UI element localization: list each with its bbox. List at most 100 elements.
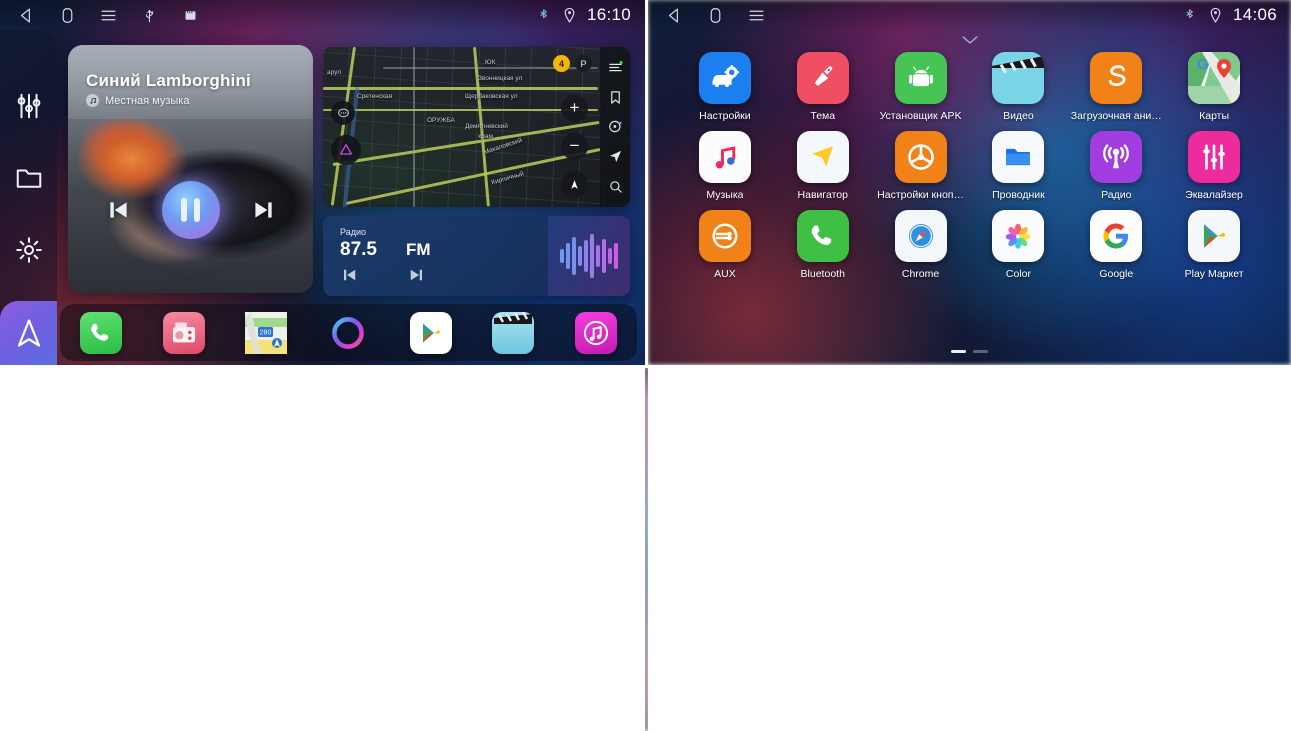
app-label: AUX bbox=[714, 268, 736, 280]
page-indicator bbox=[648, 350, 1291, 353]
app-tile[interactable]: AUX bbox=[676, 210, 774, 280]
track-source: Местная музыка bbox=[86, 94, 189, 107]
app-label: Навигатор bbox=[797, 189, 848, 201]
folder-icon bbox=[16, 169, 41, 188]
home-icon[interactable] bbox=[59, 7, 76, 24]
page-dash[interactable] bbox=[951, 350, 966, 353]
next-track-button[interactable] bbox=[250, 197, 276, 223]
radio-prev-button[interactable] bbox=[341, 266, 359, 289]
clock: 16:10 bbox=[586, 5, 631, 24]
bookmark-icon[interactable] bbox=[608, 90, 623, 105]
menu-icon[interactable] bbox=[748, 7, 765, 24]
media-controls bbox=[68, 179, 313, 241]
nav-arrow-icon bbox=[796, 131, 849, 183]
play-pause-button[interactable] bbox=[161, 181, 220, 239]
radio-widget[interactable]: Радио 87.5 FM bbox=[323, 216, 630, 296]
location-icon bbox=[564, 7, 575, 23]
page-dash[interactable] bbox=[973, 350, 988, 353]
app-tile[interactable]: Color bbox=[970, 210, 1068, 280]
navigate-icon[interactable] bbox=[608, 149, 623, 164]
sidebar-item-settings[interactable] bbox=[0, 222, 57, 278]
dock-item-music[interactable] bbox=[555, 311, 637, 354]
navigation-arrow-icon bbox=[17, 319, 40, 347]
app-tile[interactable]: Google bbox=[1067, 210, 1165, 280]
dock-item-maps[interactable]: 280 bbox=[225, 311, 307, 354]
prev-track-button[interactable] bbox=[106, 197, 132, 223]
sidebar-item-navigation[interactable] bbox=[0, 301, 57, 365]
menu-icon[interactable] bbox=[100, 7, 117, 24]
map-compass[interactable] bbox=[561, 171, 588, 198]
track-title: Синий Lamborghini bbox=[86, 71, 251, 90]
chevron-down-icon bbox=[645, 409, 648, 411]
sidebar-rail bbox=[0, 30, 57, 365]
sidebar-item-equalizer[interactable] bbox=[0, 78, 57, 134]
app-tile[interactable]: Настройки bbox=[676, 52, 774, 122]
page-indicator bbox=[645, 716, 648, 719]
map-zoom-out[interactable]: − bbox=[561, 133, 588, 160]
dock-item-radio[interactable] bbox=[142, 311, 224, 354]
app-tile[interactable]: Установщик APK bbox=[872, 52, 970, 122]
media-player-card[interactable]: Синий Lamborghini Местная музыка bbox=[68, 45, 313, 293]
drawer-collapse-handle[interactable] bbox=[648, 30, 1291, 50]
app-label: Эквалайзер bbox=[1185, 189, 1243, 201]
panel-desktop: 14:06 TLINK YouTube bbox=[645, 368, 648, 731]
app-tile[interactable]: Видео bbox=[970, 52, 1068, 122]
app-tile[interactable]: Радио bbox=[1067, 131, 1165, 201]
app-tile[interactable]: Эквалайзер bbox=[1165, 131, 1263, 201]
app-tile[interactable]: G Карты bbox=[1165, 52, 1263, 122]
grid-divider-horizontal-2 bbox=[0, 368, 645, 731]
bluetooth-icon bbox=[1186, 8, 1193, 18]
bluetooth-icon bbox=[540, 8, 547, 18]
app-tile[interactable]: Проводник bbox=[970, 131, 1068, 201]
app-label: Настройки кноп… bbox=[877, 189, 964, 201]
map-widget[interactable]: арул ЮК Звонницкая ул Щербаковская ул Ср… bbox=[323, 47, 630, 207]
dock-item-video[interactable] bbox=[472, 311, 554, 354]
siri-ring-icon bbox=[327, 312, 369, 354]
dock-item-phone[interactable] bbox=[60, 311, 142, 354]
app-tile[interactable]: Музыка bbox=[676, 131, 774, 201]
skip-previous-icon bbox=[344, 269, 356, 281]
back-icon[interactable] bbox=[18, 7, 35, 24]
search-icon[interactable] bbox=[608, 179, 623, 194]
radio-app-icon bbox=[162, 311, 205, 354]
app-tile[interactable]: Bluetooth bbox=[774, 210, 872, 280]
home-icon[interactable] bbox=[707, 7, 724, 24]
dock-item-play-store[interactable] bbox=[390, 311, 472, 354]
map-zoom-in[interactable]: + bbox=[561, 95, 588, 122]
phone-app-icon bbox=[80, 311, 123, 354]
app-tile[interactable]: Навигатор bbox=[774, 131, 872, 201]
maps-app-icon: 280 bbox=[245, 311, 288, 354]
app-tile[interactable]: Chrome bbox=[872, 210, 970, 280]
audio-wave-icon bbox=[548, 216, 630, 296]
parking-badge[interactable]: P bbox=[575, 55, 592, 72]
car-settings-icon bbox=[698, 52, 751, 104]
radio-next-button[interactable] bbox=[407, 266, 425, 289]
music-disc-icon[interactable] bbox=[608, 119, 623, 134]
map-alice-badge[interactable] bbox=[331, 135, 361, 165]
svg-text:280: 280 bbox=[260, 329, 272, 336]
music-note-icon bbox=[86, 94, 99, 107]
traffic-badge[interactable]: 4 bbox=[553, 55, 570, 72]
app-tile[interactable]: Настройки кноп… bbox=[872, 131, 970, 201]
back-icon[interactable] bbox=[666, 7, 683, 24]
dock-item-siri[interactable] bbox=[307, 312, 389, 354]
skip-next-icon bbox=[254, 202, 272, 218]
map-chat-badge[interactable] bbox=[331, 101, 355, 125]
status-nav-icons bbox=[648, 7, 765, 24]
app-tile[interactable]: Play Маркет bbox=[1165, 210, 1263, 280]
grid-divider-vertical-bottom bbox=[648, 368, 1291, 731]
sidebar-item-files[interactable] bbox=[0, 150, 57, 206]
menu-icon[interactable] bbox=[608, 60, 623, 75]
app-label: Chrome bbox=[901, 268, 940, 280]
radio-frequency: 87.5 bbox=[340, 239, 377, 260]
status-indicators: 16:10 bbox=[535, 5, 645, 25]
radio-label: Радио bbox=[340, 227, 366, 237]
app-dock: 280 bbox=[60, 304, 637, 361]
app-label: Видео bbox=[1003, 110, 1034, 122]
app-tile[interactable]: Тема bbox=[774, 52, 872, 122]
screenshot-grid: 16:10 Синий Lamborghini Местная музыка а… bbox=[0, 0, 1291, 731]
play-store-icon bbox=[1188, 210, 1241, 262]
usb-icon bbox=[146, 9, 154, 22]
desktop-collapse-handle[interactable] bbox=[645, 400, 648, 420]
app-tile[interactable]: Загрузочная ани… bbox=[1067, 52, 1165, 122]
